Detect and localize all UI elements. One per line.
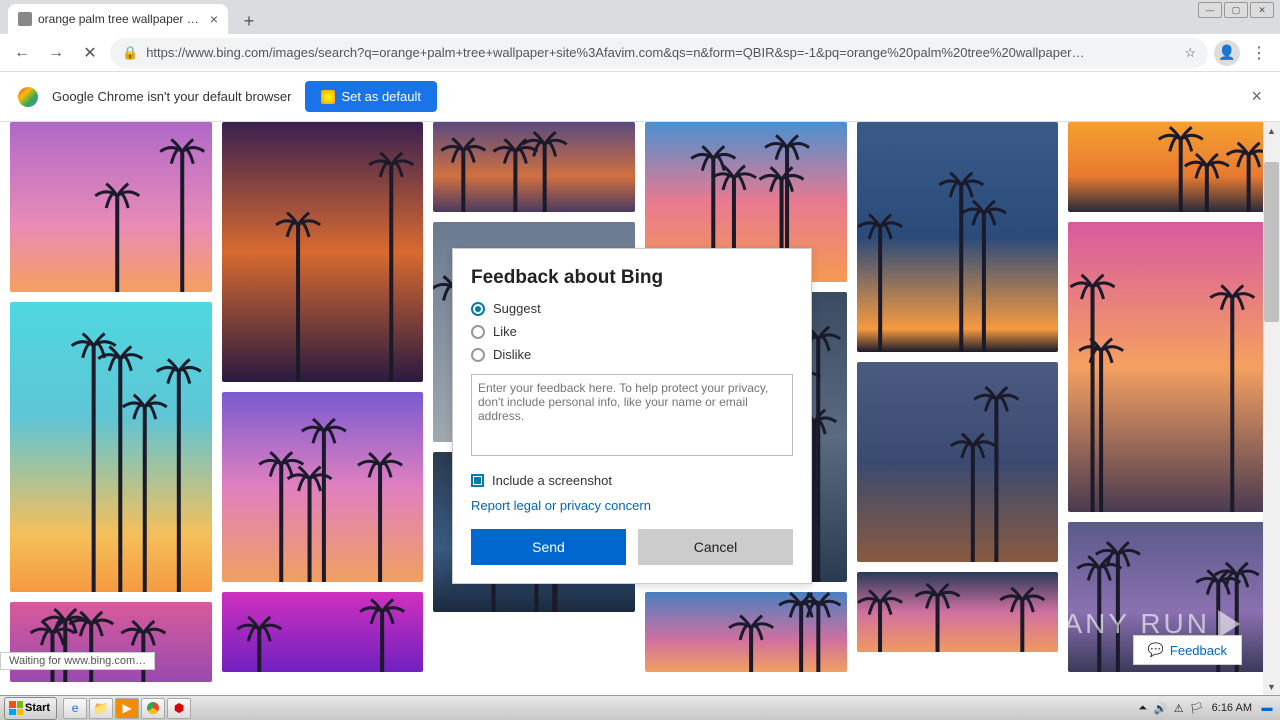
shield-icon	[321, 90, 335, 104]
image-result[interactable]	[10, 302, 212, 592]
scroll-down-icon[interactable]: ▼	[1263, 678, 1280, 695]
image-result[interactable]	[222, 592, 424, 672]
default-browser-banner: Google Chrome isn't your default browser…	[0, 72, 1280, 122]
screenshot-checkbox-row[interactable]: Include a screenshot	[471, 473, 793, 488]
quick-launch: e 📁 ▶ ⬢	[63, 698, 191, 719]
radio-dislike-label: Dislike	[493, 347, 531, 362]
start-button[interactable]: Start	[4, 697, 57, 720]
address-bar: ← → ✕ 🔒 https://www.bing.com/images/sear…	[0, 34, 1280, 72]
dialog-title: Feedback about Bing	[471, 267, 793, 289]
radio-suggest-label: Suggest	[493, 301, 541, 316]
bookmark-star-icon[interactable]: ☆	[1184, 45, 1196, 61]
chrome-icon	[18, 87, 38, 107]
maximize-button[interactable]: ▢	[1224, 2, 1248, 18]
image-result[interactable]	[222, 392, 424, 582]
url-text: https://www.bing.com/images/search?q=ora…	[146, 45, 1176, 60]
taskbar-explorer-icon[interactable]: 📁	[89, 698, 113, 719]
play-icon	[1218, 610, 1240, 638]
new-tab-button[interactable]: +	[236, 8, 262, 34]
send-button[interactable]: Send	[471, 529, 626, 565]
tab-title: orange palm tree wallpaper site:favi	[38, 12, 204, 26]
image-result[interactable]	[433, 122, 635, 212]
feedback-textarea[interactable]	[471, 374, 793, 456]
tab-bar: orange palm tree wallpaper site:favi × +	[0, 0, 1280, 34]
scrollbar[interactable]: ▲ ▼	[1263, 122, 1280, 695]
dialog-buttons: Send Cancel	[471, 529, 793, 565]
profile-avatar[interactable]: 👤	[1214, 40, 1240, 66]
window-controls: — ▢ ✕	[1198, 2, 1274, 18]
image-result[interactable]	[10, 122, 212, 292]
stop-button[interactable]: ✕	[76, 39, 104, 67]
radio-dislike[interactable]: Dislike	[471, 347, 793, 362]
scrollbar-thumb[interactable]	[1264, 162, 1279, 322]
tray-monitor-icon[interactable]: ▬	[1260, 701, 1274, 715]
minimize-button[interactable]: —	[1198, 2, 1222, 18]
taskbar-chrome-icon[interactable]	[141, 698, 165, 719]
image-result[interactable]	[857, 362, 1059, 562]
feedback-button[interactable]: 💬 Feedback	[1133, 635, 1242, 665]
radio-suggest[interactable]: Suggest	[471, 301, 793, 316]
tray-expand-icon[interactable]: ⏶	[1136, 701, 1150, 715]
checkbox-icon	[471, 474, 484, 487]
tray-flag-icon[interactable]: 🏳	[1190, 701, 1204, 715]
image-result[interactable]	[1068, 222, 1270, 512]
scroll-up-icon[interactable]: ▲	[1263, 122, 1280, 139]
forward-button[interactable]: →	[42, 39, 70, 67]
taskbar: Start e 📁 ▶ ⬢ ⏶ 🔊 ⚠ 🏳 6:16 AM ▬	[0, 695, 1280, 720]
screenshot-label: Include a screenshot	[492, 473, 612, 488]
tab-close-icon[interactable]: ×	[210, 11, 218, 27]
radio-icon	[471, 348, 485, 362]
content-area: ▲ ▼ Feedback about Bing Suggest Like Dis…	[0, 122, 1280, 695]
image-result[interactable]	[645, 592, 847, 672]
browser-tab[interactable]: orange palm tree wallpaper site:favi ×	[8, 4, 228, 34]
cancel-button[interactable]: Cancel	[638, 529, 793, 565]
banner-close-icon[interactable]: ×	[1251, 86, 1262, 107]
feedback-dialog: Feedback about Bing Suggest Like Dislike…	[452, 248, 812, 584]
radio-like-label: Like	[493, 324, 517, 339]
radio-icon	[471, 302, 485, 316]
chat-icon: 💬	[1148, 642, 1164, 658]
lock-icon: 🔒	[122, 45, 138, 61]
back-button[interactable]: ←	[8, 39, 36, 67]
set-default-label: Set as default	[341, 89, 421, 104]
start-label: Start	[25, 702, 50, 714]
legal-link[interactable]: Report legal or privacy concern	[471, 498, 793, 513]
image-result[interactable]	[857, 572, 1059, 652]
set-default-button[interactable]: Set as default	[305, 81, 437, 112]
favicon-icon	[18, 12, 32, 26]
status-bar: Waiting for www.bing.com…	[0, 652, 155, 670]
feedback-type-group: Suggest Like Dislike	[471, 301, 793, 362]
image-result[interactable]	[1068, 122, 1270, 212]
radio-like[interactable]: Like	[471, 324, 793, 339]
taskbar-clock[interactable]: 6:16 AM	[1208, 702, 1256, 714]
banner-text: Google Chrome isn't your default browser	[52, 89, 291, 104]
image-result[interactable]	[222, 122, 424, 382]
image-result[interactable]	[10, 602, 212, 682]
url-bar[interactable]: 🔒 https://www.bing.com/images/search?q=o…	[110, 38, 1208, 68]
taskbar-ie-icon[interactable]: e	[63, 698, 87, 719]
tray-network-icon[interactable]: ⚠	[1172, 701, 1186, 715]
feedback-button-label: Feedback	[1170, 643, 1227, 658]
chrome-menu-button[interactable]: ⋮	[1246, 40, 1272, 66]
image-result[interactable]	[857, 122, 1059, 352]
windows-icon	[9, 701, 23, 715]
system-tray: ⏶ 🔊 ⚠ 🏳 6:16 AM ▬	[1130, 701, 1280, 715]
radio-icon	[471, 325, 485, 339]
taskbar-app-icon[interactable]: ⬢	[167, 698, 191, 719]
close-window-button[interactable]: ✕	[1250, 2, 1274, 18]
tray-volume-icon[interactable]: 🔊	[1154, 701, 1168, 715]
taskbar-media-icon[interactable]: ▶	[115, 698, 139, 719]
